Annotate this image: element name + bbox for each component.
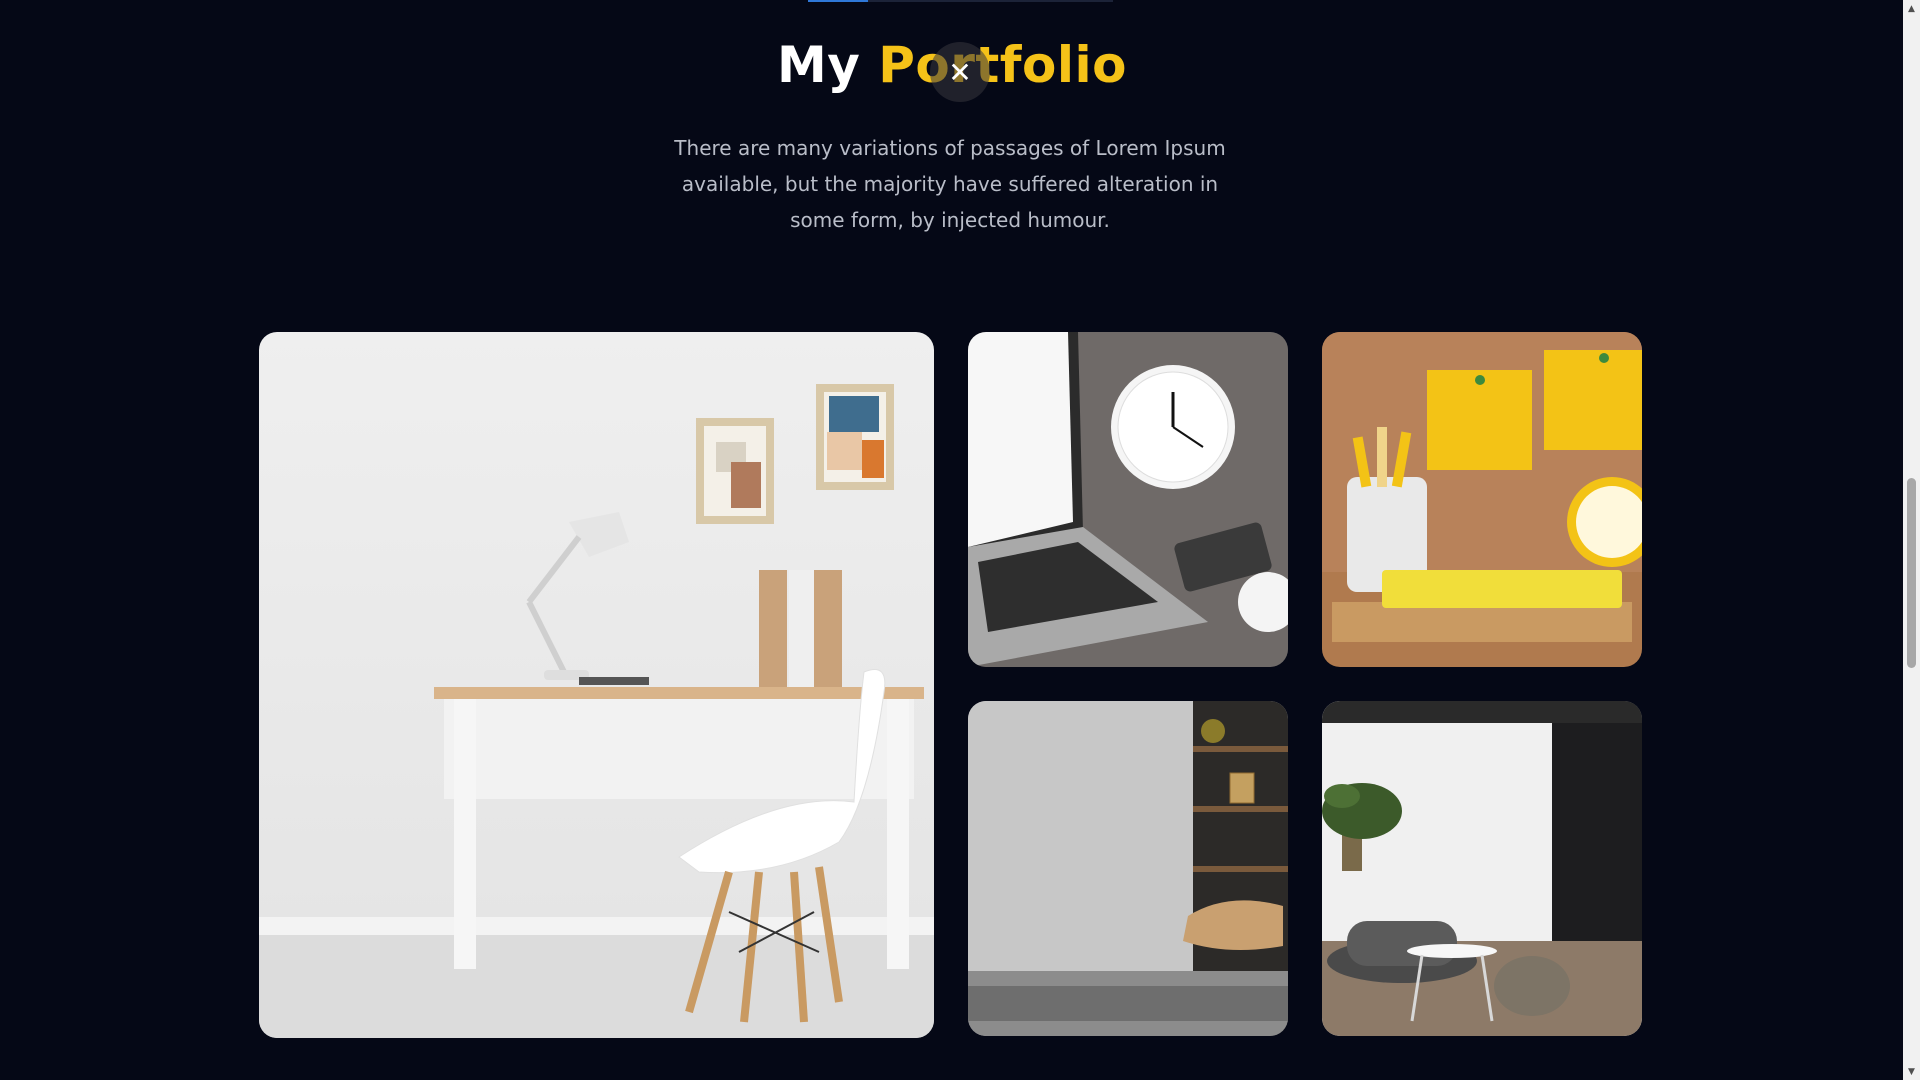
- close-button[interactable]: ✕: [930, 42, 990, 102]
- portfolio-image-living-room[interactable]: [1322, 701, 1642, 1036]
- title-accent: Portfolio: [878, 36, 1128, 94]
- laptop-clock-illustration: [968, 332, 1288, 667]
- portfolio-image-laptop-clock[interactable]: [968, 332, 1288, 667]
- close-icon: ✕: [948, 55, 972, 89]
- top-progress-fill: [808, 0, 868, 2]
- arrow-up-icon[interactable]: ▲: [1903, 0, 1920, 17]
- arrow-down-icon[interactable]: ▼: [1903, 1063, 1920, 1080]
- living-room-illustration: [1322, 701, 1642, 1036]
- desk-illustration: [259, 332, 934, 1038]
- top-progress-bar: [808, 0, 1113, 2]
- portfolio-image-concrete-room[interactable]: [968, 701, 1288, 1036]
- title-prefix: My: [776, 36, 879, 94]
- sticky-notes-illustration: [1322, 332, 1642, 667]
- portfolio-image-desk[interactable]: [259, 332, 934, 1038]
- scrollbar-thumb[interactable]: [1907, 478, 1916, 668]
- portfolio-image-sticky-notes[interactable]: [1322, 332, 1642, 667]
- section-description: There are many variations of passages of…: [674, 136, 1226, 232]
- vertical-scrollbar[interactable]: ▲ ▼: [1903, 0, 1920, 1080]
- concrete-room-illustration: [968, 701, 1288, 1036]
